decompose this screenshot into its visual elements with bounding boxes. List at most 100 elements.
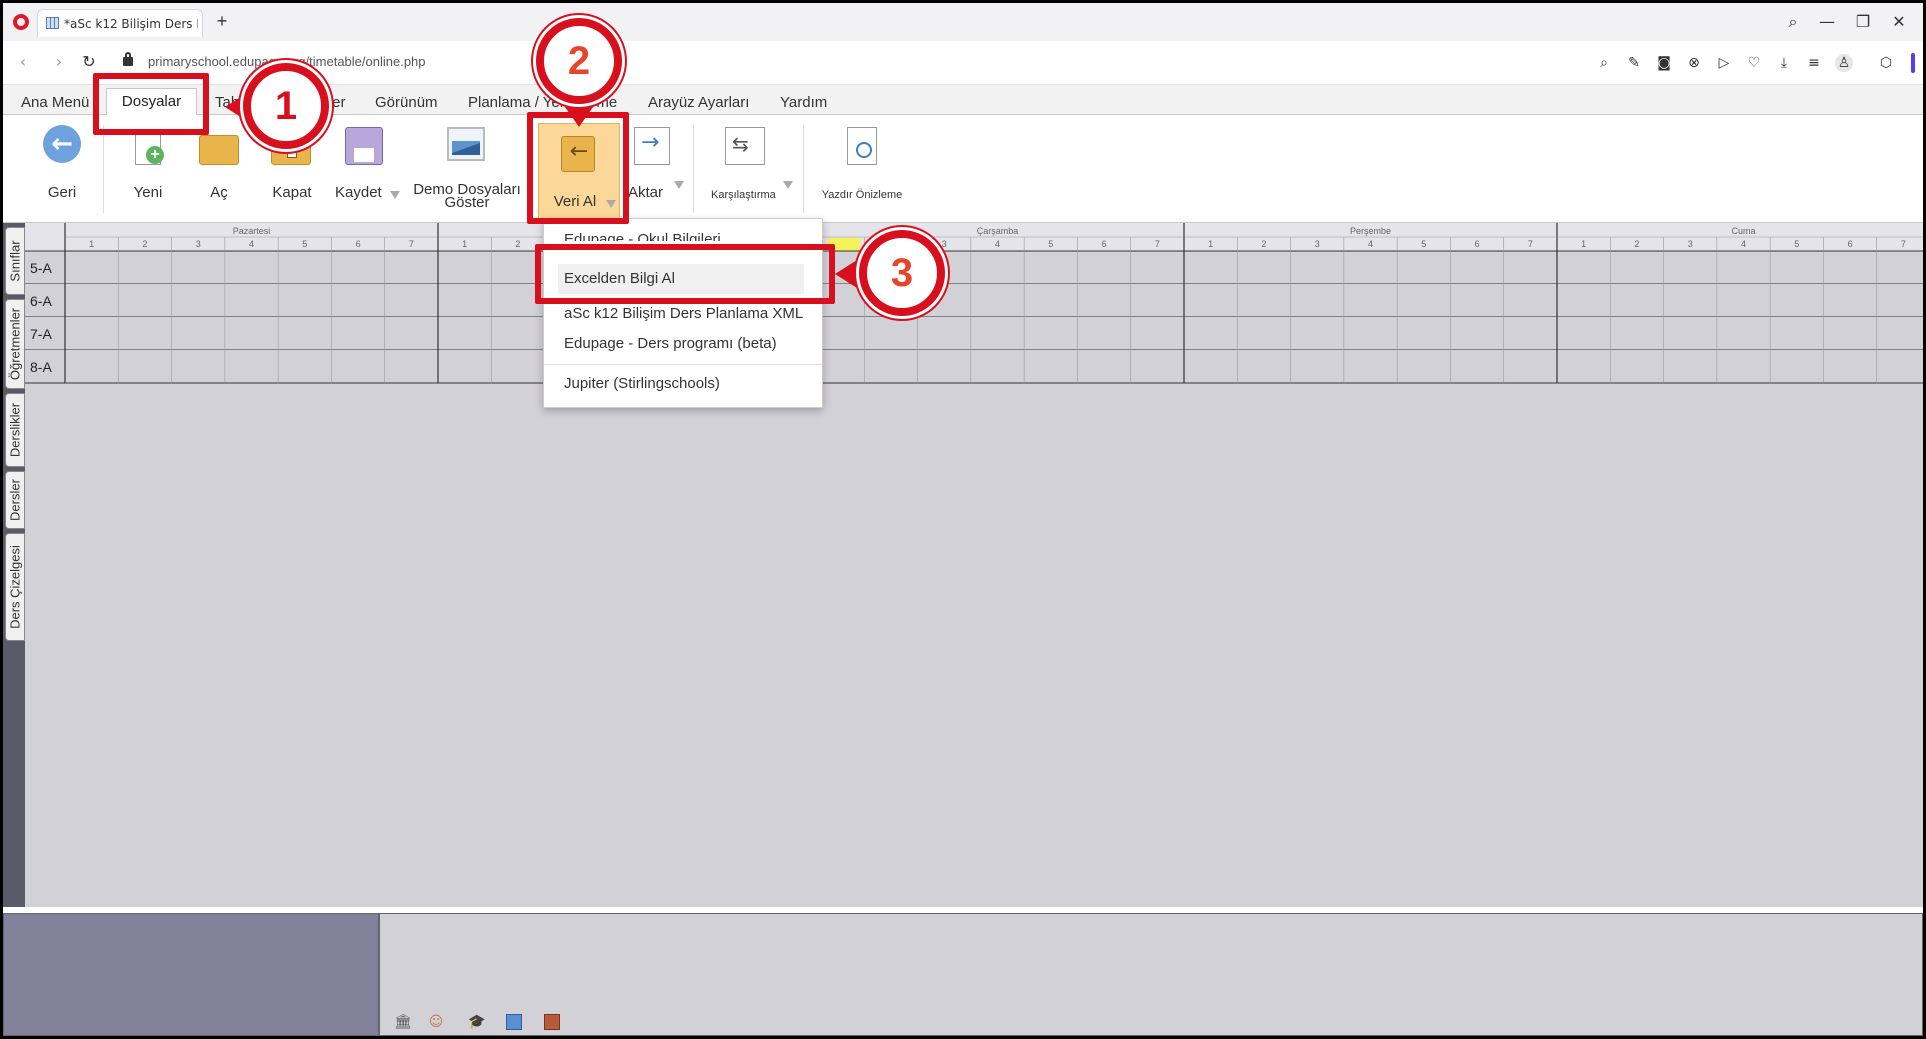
aktar-chevron-down-icon[interactable]	[674, 181, 684, 189]
yazdir-onizleme-button[interactable]: Yazdır Önizleme	[819, 125, 905, 215]
lock-icon[interactable]	[123, 52, 133, 66]
day-header-2: Çarşamba	[977, 226, 1019, 236]
class-row-bg	[25, 350, 1923, 383]
download-icon[interactable]: ⤓	[1775, 54, 1793, 72]
profile-icon[interactable]: ♙	[1835, 54, 1853, 72]
opera-logo-icon[interactable]	[13, 14, 29, 30]
bottom-left-panel	[3, 913, 379, 1036]
tab-siniflar-label: Sınıflar	[7, 240, 23, 282]
karsilastirma-label: Karşılaştırma	[711, 189, 776, 201]
karsilastirma-button[interactable]: Karşılaştırma	[703, 125, 799, 215]
screen: *aSc k12 Bilişim Ders Planlama + ⌕ — ❐ ✕…	[3, 3, 1923, 1036]
kapat-label: Kapat	[272, 184, 312, 201]
back-arrow-icon	[43, 125, 81, 163]
aktar-button[interactable]: Aktar	[628, 125, 688, 215]
ac-button[interactable]: Aç	[193, 125, 245, 215]
tab-title: *aSc k12 Bilişim Ders Planlama	[64, 17, 198, 31]
period-header: 2	[142, 239, 147, 249]
period-header: 6	[356, 239, 361, 249]
period-header: 7	[409, 239, 414, 249]
annotation-box-3	[535, 244, 835, 304]
edit-icon[interactable]: ✎	[1625, 54, 1643, 72]
period-header: 2	[1634, 239, 1639, 249]
dd-edupage-okul-bilgileri[interactable]: Edupage - Okul Bilgileri	[564, 231, 721, 241]
graduation-cap-icon[interactable]: 🎓	[468, 1014, 485, 1030]
heart-icon[interactable]: ♡	[1745, 54, 1763, 72]
save-disk-icon	[345, 127, 383, 165]
period-header: 5	[302, 239, 307, 249]
tab-derslikler-label: Derslikler	[7, 402, 23, 458]
menu-arayuz-ayarlari[interactable]: Arayüz Ayarları	[648, 94, 749, 111]
geri-button[interactable]: Geri	[35, 125, 89, 215]
print-preview-icon	[847, 127, 877, 165]
close-window-button[interactable]: ✕	[1889, 13, 1909, 31]
tab-siniflar[interactable]: Sınıflar	[5, 227, 25, 295]
tab-ogretmenler[interactable]: Öğretmenler	[5, 299, 25, 389]
period-header: 1	[89, 239, 94, 249]
demo-label: Demo Dosyaları Göster	[409, 182, 525, 210]
teacher-icon[interactable]: ☺	[428, 1014, 444, 1030]
minimize-button[interactable]: —	[1817, 13, 1837, 31]
classroom-door-icon[interactable]	[506, 1014, 522, 1030]
zoom-icon[interactable]: ⌕	[1595, 54, 1613, 72]
class-row-bg	[25, 317, 1923, 350]
annotation-box-2	[527, 112, 629, 224]
callout-2: 2	[536, 18, 622, 104]
class-row-bg	[25, 251, 1923, 284]
callout-3-pointer	[835, 260, 857, 288]
karsilastirma-chevron-down-icon[interactable]	[783, 181, 793, 189]
restore-button[interactable]: ❐	[1853, 13, 1873, 31]
dd-edupage-ders-programi[interactable]: Edupage - Ders programı (beta)	[564, 335, 777, 352]
school-building-icon[interactable]: 🏛	[394, 1014, 412, 1030]
ac-label: Aç	[210, 184, 228, 201]
ribbon-separator	[803, 125, 804, 213]
chevron-down-icon[interactable]	[390, 191, 400, 199]
timetable-grid: Pazartesi1234567Salı1234567Çarşamba12345…	[25, 223, 1923, 384]
period-header: 7	[1155, 239, 1160, 249]
open-folder-icon	[199, 135, 239, 165]
reload-icon[interactable]: ↻	[79, 52, 99, 72]
kaydet-button[interactable]: Kaydet	[335, 125, 400, 215]
tab-ders-cizelgesi[interactable]: Ders Çizelgesi	[5, 533, 25, 641]
yeni-button[interactable]: Yeni	[121, 125, 175, 215]
forward-arrow-icon[interactable]: ›	[49, 52, 69, 72]
menu-gorunum[interactable]: Görünüm	[375, 94, 438, 111]
book-icon[interactable]	[544, 1014, 560, 1030]
demo-image-icon	[447, 127, 485, 161]
period-header: 6	[1102, 239, 1107, 249]
tab-dersler[interactable]: Dersler	[5, 471, 25, 529]
player-icon[interactable]: ▷	[1715, 54, 1733, 72]
camera-icon[interactable]: ◙	[1655, 54, 1673, 72]
class-row-label: 8-A	[30, 359, 52, 375]
ribbon-separator	[103, 125, 104, 213]
new-tab-button[interactable]: +	[213, 12, 231, 31]
callout-1: 1	[243, 63, 329, 149]
adblock-icon[interactable]: ⊗	[1685, 54, 1703, 72]
period-header: 7	[1901, 239, 1906, 249]
demo-dosyalari-button[interactable]: Demo Dosyaları Göster	[409, 125, 525, 215]
yazdir-label: Yazdır Önizleme	[821, 189, 903, 201]
extensions-cube-icon[interactable]: ⬡	[1877, 54, 1895, 72]
menu-yardim[interactable]: Yardım	[780, 94, 827, 111]
callout-3: 3	[859, 230, 945, 316]
browser-tab[interactable]: *aSc k12 Bilişim Ders Planlama	[37, 9, 203, 37]
dd-jupiter[interactable]: Jupiter (Stirlingschools)	[564, 375, 720, 392]
menu-icon[interactable]: ≡	[1805, 54, 1823, 72]
back-arrow-icon[interactable]: ‹	[13, 52, 33, 72]
class-row-label: 7-A	[30, 326, 52, 342]
dd-asc-xml[interactable]: aSc k12 Bilişim Ders Planlama XML	[564, 305, 803, 322]
annotation-box-1	[93, 73, 209, 135]
menu-ana-menu[interactable]: Ana Menü	[21, 94, 89, 111]
class-row-label: 5-A	[30, 260, 52, 276]
tab-derslikler[interactable]: Derslikler	[5, 393, 25, 467]
compare-icon	[725, 127, 765, 165]
tab-ogretmenler-label: Öğretmenler	[7, 307, 23, 381]
period-header: 5	[1794, 239, 1799, 249]
bottom-card-panel: 🏛 ☺ 🎓	[379, 913, 1923, 1036]
dropdown-separator	[544, 364, 822, 365]
search-tabs-icon[interactable]: ⌕	[1783, 13, 1803, 31]
timetable-favicon-icon	[46, 17, 59, 29]
period-header: 2	[1261, 239, 1266, 249]
export-arrow-icon	[634, 127, 670, 165]
callout-2-pointer	[565, 107, 593, 127]
